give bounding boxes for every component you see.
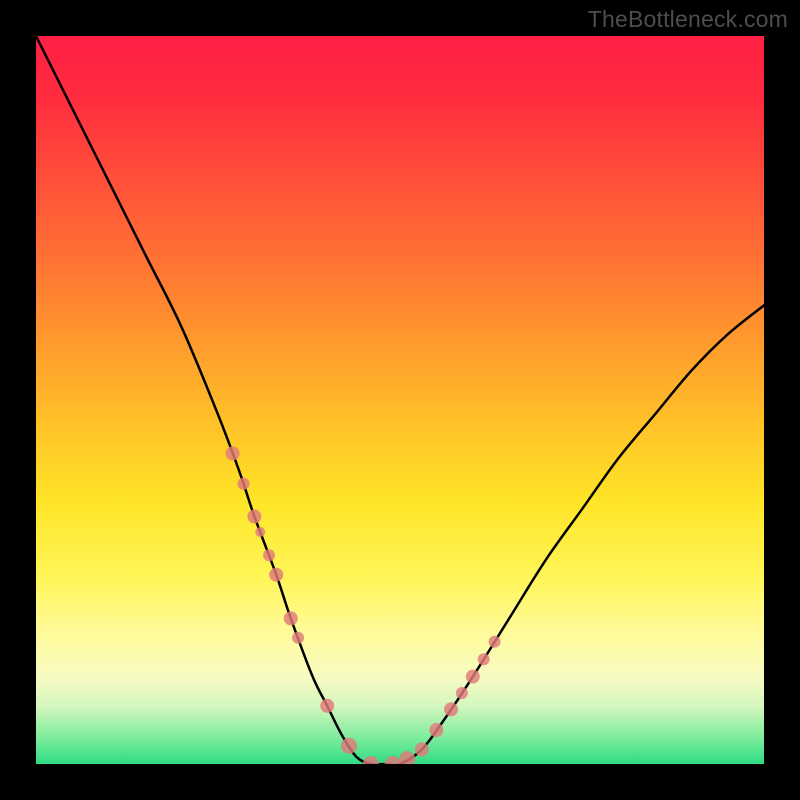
curve-marker	[263, 549, 275, 561]
curve-marker	[444, 702, 458, 716]
curve-marker	[415, 742, 429, 756]
curve-layer	[36, 36, 764, 764]
curve-marker	[226, 446, 240, 460]
curve-marker	[269, 568, 283, 582]
marker-group	[226, 446, 501, 764]
curve-marker	[341, 738, 357, 754]
chart-frame: TheBottleneck.com	[0, 0, 800, 800]
curve-marker	[247, 510, 261, 524]
curve-marker	[478, 653, 490, 665]
curve-marker	[399, 751, 415, 764]
bottleneck-curve	[36, 36, 764, 764]
curve-marker	[363, 756, 379, 764]
curve-marker	[320, 699, 334, 713]
curve-marker	[284, 611, 298, 625]
plot-area	[36, 36, 764, 764]
curve-marker	[456, 687, 468, 699]
curve-marker	[385, 756, 401, 764]
curve-marker	[466, 670, 480, 684]
curve-marker	[429, 723, 443, 737]
curve-marker	[292, 632, 304, 644]
watermark-text: TheBottleneck.com	[588, 6, 788, 33]
curve-marker	[255, 527, 265, 537]
curve-marker	[238, 478, 250, 490]
curve-marker	[489, 636, 501, 648]
